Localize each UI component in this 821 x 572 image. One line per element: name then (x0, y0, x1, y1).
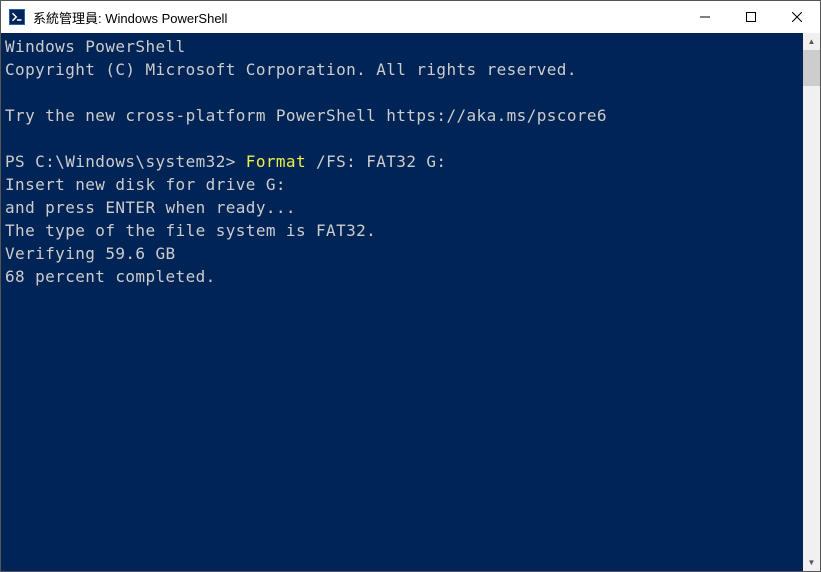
powershell-window: 系統管理員: Windows PowerShell Windows PowerS… (0, 0, 821, 572)
prompt: PS C:\Windows\system32> (5, 152, 246, 171)
output-line: and press ENTER when ready... (5, 198, 296, 217)
scroll-up-button[interactable]: ▲ (803, 33, 820, 50)
scroll-track[interactable] (803, 50, 820, 554)
command-rest: /FS: FAT32 G: (306, 152, 446, 171)
terminal-area: Windows PowerShell Copyright (C) Microso… (1, 33, 820, 571)
chevron-up-icon: ▲ (808, 38, 816, 46)
output-line: Verifying 59.6 GB (5, 244, 176, 263)
titlebar[interactable]: 系統管理員: Windows PowerShell (1, 1, 820, 33)
terminal-output[interactable]: Windows PowerShell Copyright (C) Microso… (1, 33, 803, 571)
window-title: 系統管理員: Windows PowerShell (33, 8, 682, 27)
command-highlight: Format (246, 152, 306, 171)
maximize-button[interactable] (728, 1, 774, 33)
output-line: The type of the file system is FAT32. (5, 221, 376, 240)
minimize-button[interactable] (682, 1, 728, 33)
close-button[interactable] (774, 1, 820, 33)
output-line: Insert new disk for drive G: (5, 175, 286, 194)
output-line: Windows PowerShell (5, 37, 186, 56)
scroll-thumb[interactable] (803, 50, 820, 86)
window-controls (682, 1, 820, 33)
output-line: 68 percent completed. (5, 267, 216, 286)
scroll-down-button[interactable]: ▼ (803, 554, 820, 571)
vertical-scrollbar[interactable]: ▲ ▼ (803, 33, 820, 571)
chevron-down-icon: ▼ (808, 559, 816, 567)
output-line: Copyright (C) Microsoft Corporation. All… (5, 60, 577, 79)
output-line: Try the new cross-platform PowerShell ht… (5, 106, 607, 125)
powershell-icon (9, 9, 25, 25)
